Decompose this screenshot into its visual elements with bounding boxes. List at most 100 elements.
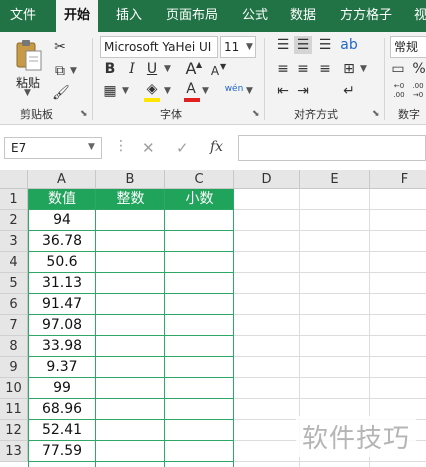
table-border bbox=[28, 398, 234, 399]
tab-data[interactable]: 数据 bbox=[290, 0, 316, 32]
borders-chevron-icon[interactable]: ▼ bbox=[122, 86, 129, 96]
fill-color-chevron-icon[interactable]: ▼ bbox=[164, 86, 171, 96]
name-box-chevron-icon[interactable]: ▼ bbox=[88, 142, 95, 152]
align-left-icon[interactable]: ≡ bbox=[274, 60, 292, 78]
tab-file[interactable]: 文件 bbox=[10, 0, 36, 32]
header-cell[interactable]: 整数 bbox=[96, 189, 165, 210]
row-header-13[interactable]: 13 bbox=[0, 441, 28, 462]
row-header-8[interactable]: 8 bbox=[0, 336, 28, 357]
header-cell[interactable]: 数值 bbox=[28, 189, 96, 210]
formula-bar-grip-icon[interactable]: ⋮ bbox=[114, 138, 128, 154]
phonetic-chevron-icon[interactable]: ▼ bbox=[246, 86, 253, 96]
row-header-4[interactable]: 4 bbox=[0, 252, 28, 273]
row-header-2[interactable]: 2 bbox=[0, 210, 28, 231]
percent-button[interactable]: % bbox=[412, 60, 426, 78]
row-header-5[interactable]: 5 bbox=[0, 273, 28, 294]
row-header-9[interactable]: 9 bbox=[0, 357, 28, 378]
select-all-corner[interactable] bbox=[0, 170, 28, 189]
align-top-icon[interactable]: ☰ bbox=[274, 36, 292, 54]
merge-center-icon[interactable]: ⊞ bbox=[340, 60, 358, 78]
tab-insert[interactable]: 插入 bbox=[116, 0, 142, 32]
paste-button[interactable]: 粘贴 ▼ bbox=[10, 36, 46, 98]
value-cell[interactable]: 36.78 bbox=[28, 231, 96, 252]
table-border bbox=[28, 209, 234, 210]
font-color-button[interactable]: A bbox=[184, 80, 198, 98]
wrap-text-icon[interactable]: ↵ bbox=[340, 82, 358, 100]
tab-formulas[interactable]: 公式 bbox=[242, 0, 268, 32]
increase-indent-icon[interactable]: ⇥ bbox=[294, 82, 312, 100]
clipboard-launcher-icon[interactable]: ⬊ bbox=[80, 109, 88, 119]
underline-chevron-icon[interactable]: ▼ bbox=[164, 64, 171, 74]
format-painter-icon[interactable]: 🖌 bbox=[52, 84, 70, 102]
column-header-d[interactable]: D bbox=[234, 170, 300, 189]
value-cell[interactable]: 52.41 bbox=[28, 420, 96, 441]
row-header-6[interactable]: 6 bbox=[0, 294, 28, 315]
borders-icon[interactable]: ▦ bbox=[102, 82, 118, 100]
align-bottom-icon[interactable]: ☰ bbox=[316, 36, 334, 54]
font-family-select[interactable]: Microsoft YaHei UI bbox=[100, 36, 218, 58]
worksheet-grid[interactable]: A B C D E F 1 2 3 4 5 6 7 8 9 10 11 12 13 数值 整数 小数 94 36.78 50.6… bbox=[0, 170, 426, 467]
cut-icon[interactable]: ✂ bbox=[52, 38, 68, 56]
accounting-format-icon[interactable]: ▭ bbox=[390, 60, 406, 78]
clipboard-icon bbox=[16, 40, 42, 71]
value-cell[interactable]: 33.98 bbox=[28, 336, 96, 357]
alignment-launcher-icon[interactable]: ⬊ bbox=[372, 109, 380, 119]
value-cell[interactable]: 91.47 bbox=[28, 294, 96, 315]
value-cell[interactable]: 94 bbox=[28, 210, 96, 231]
copy-icon[interactable]: ⧉ bbox=[52, 62, 68, 80]
align-right-icon[interactable]: ≡ bbox=[316, 60, 334, 78]
value-cell[interactable]: 97.08 bbox=[28, 315, 96, 336]
table-border bbox=[28, 272, 234, 273]
tab-page-layout[interactable]: 页面布局 bbox=[166, 0, 218, 32]
cancel-icon[interactable]: ✕ bbox=[142, 139, 155, 157]
value-cell[interactable]: 50.6 bbox=[28, 252, 96, 273]
font-launcher-icon[interactable]: ⬊ bbox=[252, 109, 260, 119]
fill-color-icon[interactable]: ◈ bbox=[144, 80, 160, 98]
row-header-10[interactable]: 10 bbox=[0, 378, 28, 399]
number-format-select[interactable]: 常规 bbox=[390, 36, 426, 58]
row-header-7[interactable]: 7 bbox=[0, 315, 28, 336]
tab-fangfang-gezi[interactable]: 方方格子 bbox=[340, 0, 392, 32]
column-header-c[interactable]: C bbox=[165, 170, 234, 189]
table-border bbox=[28, 377, 234, 378]
tab-view[interactable]: 视 bbox=[414, 0, 426, 32]
row-header-11[interactable]: 11 bbox=[0, 399, 28, 420]
align-center-icon[interactable]: ≡ bbox=[294, 60, 312, 78]
value-cell[interactable]: 99 bbox=[28, 378, 96, 399]
value-cell[interactable]: 77.59 bbox=[28, 441, 96, 462]
value-cell[interactable]: 31.13 bbox=[28, 273, 96, 294]
merge-chevron-icon[interactable]: ▼ bbox=[360, 64, 367, 74]
increase-decimal-button[interactable]: ←0 .00 bbox=[390, 82, 408, 100]
column-header-e[interactable]: E bbox=[300, 170, 370, 189]
column-header-f[interactable]: F bbox=[370, 170, 426, 189]
align-middle-icon[interactable]: ☰ bbox=[294, 36, 312, 54]
insert-function-icon[interactable]: fx bbox=[210, 139, 223, 155]
value-cell[interactable]: 68.96 bbox=[28, 399, 96, 420]
row-header-3[interactable]: 3 bbox=[0, 231, 28, 252]
font-color-chevron-icon[interactable]: ▼ bbox=[202, 86, 209, 96]
row-header-12[interactable]: 12 bbox=[0, 420, 28, 441]
decrease-decimal-button[interactable]: .00 →0 bbox=[410, 82, 426, 100]
copy-chevron-icon[interactable]: ▼ bbox=[70, 66, 77, 76]
table-border bbox=[28, 189, 29, 467]
column-header-b[interactable]: B bbox=[96, 170, 165, 189]
orientation-icon[interactable]: ab bbox=[340, 36, 358, 54]
paste-chevron-icon: ▼ bbox=[24, 88, 31, 98]
row-header-1[interactable]: 1 bbox=[0, 189, 28, 210]
table-border bbox=[233, 189, 234, 467]
decrease-indent-icon[interactable]: ⇤ bbox=[274, 82, 292, 100]
table-border bbox=[164, 189, 165, 467]
bold-button[interactable]: B bbox=[102, 60, 118, 78]
header-cell[interactable]: 小数 bbox=[165, 189, 234, 210]
value-cell[interactable]: 9.37 bbox=[28, 357, 96, 378]
phonetic-button[interactable]: wén bbox=[224, 80, 244, 98]
column-header-a[interactable]: A bbox=[28, 170, 96, 189]
table-border bbox=[28, 251, 234, 252]
underline-button[interactable]: U bbox=[144, 60, 160, 78]
clipboard-group-label: 剪贴板 bbox=[20, 108, 53, 121]
tab-home[interactable]: 开始 bbox=[56, 0, 99, 32]
font-size-chevron-icon[interactable]: ▼ bbox=[246, 42, 253, 52]
enter-icon[interactable]: ✓ bbox=[176, 139, 189, 157]
formula-input[interactable] bbox=[238, 135, 426, 161]
italic-button[interactable]: I bbox=[124, 60, 140, 78]
